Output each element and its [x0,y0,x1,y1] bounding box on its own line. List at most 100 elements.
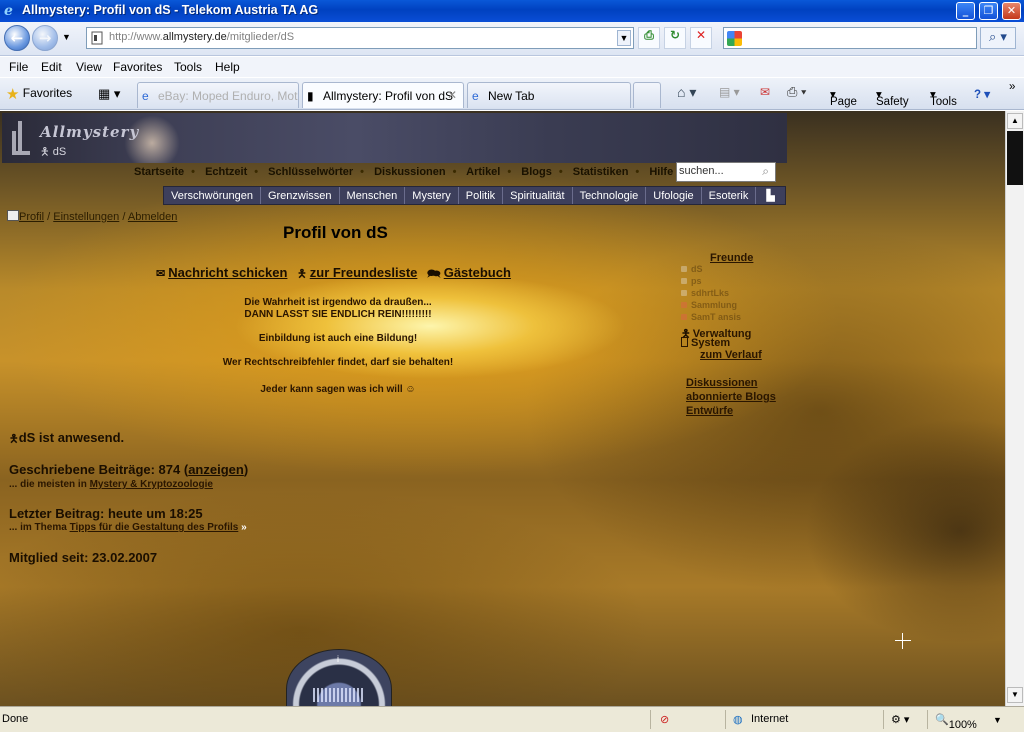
friendslist-link[interactable]: zur Freundesliste [310,265,418,280]
cat-politik[interactable]: Politik [459,187,504,204]
print-icon[interactable]: ⎙ ▾ [787,84,806,100]
smiley-icon: ☺ [405,384,416,395]
site-search-input[interactable]: suchen... ⌕ [676,162,776,182]
link-einstellungen[interactable]: Einstellungen [53,211,119,223]
link-entwuerfe[interactable]: Entwürfe [686,405,733,417]
banner-username[interactable]: 🯅 dS [40,143,66,162]
menu-file[interactable]: File [9,60,28,74]
web-search-input[interactable] [723,27,977,49]
show-posts-link[interactable]: anzeigen [188,462,244,477]
nav-diskussionen[interactable]: Diskussionen [374,166,446,178]
tools-menu[interactable]: Tools ▾ [930,87,957,108]
read-mail-icon[interactable]: ✉ [760,85,770,99]
cat-spiritualitaet[interactable]: Spiritualität [503,187,573,204]
nav-artikel[interactable]: Artikel [466,166,500,178]
feeds-icon[interactable]: ▤ ▾ [719,85,740,99]
info-icon[interactable]: i [337,654,339,664]
site-banner: Allmystery 🯅 dS [2,113,787,163]
cat-menschen[interactable]: Menschen [340,187,406,204]
last-post: Letzter Beitrag: heute um 18:25 [9,506,203,521]
close-window-button[interactable]: ✕ [1002,2,1021,20]
search-icon[interactable]: ⌕ ▾ [980,27,1016,49]
zoom-control[interactable]: 🔍 100% [935,713,977,731]
verlauf-link[interactable]: zum Verlauf [700,349,762,361]
cat-mystery[interactable]: Mystery [405,187,459,204]
nav-startseite[interactable]: Startseite [134,166,184,178]
send-message-link[interactable]: Nachricht schicken [168,265,287,280]
window-titlebar: e Allmystery: Profil von dS - Telekom Au… [0,0,1024,22]
refresh-icon[interactable]: ↻ [664,27,686,49]
page-menu[interactable]: Page ▾ [830,87,857,108]
compatibility-view-icon[interactable]: ⎙ [638,27,660,49]
link-profil[interactable]: Profil [19,211,44,223]
tab-new[interactable]: e New Tab [467,82,631,108]
home-icon[interactable]: ⌂ ▾ [677,84,696,101]
favorites-button[interactable]: ★ Favorites [6,85,72,103]
back-button[interactable]: ← [4,25,30,51]
tab-label: Allmystery: Profil von dS [323,89,454,103]
address-dropdown-icon[interactable]: ▼ [617,30,631,46]
cat-grenzwissen[interactable]: Grenzwissen [261,187,340,204]
link-diskussionen[interactable]: Diskussionen [686,377,758,389]
friend-entry[interactable]: sdhrtLks [681,288,729,298]
main-nav: Startseite • Echtzeit • Schlüsselwörter • D… [134,166,674,178]
menu-view[interactable]: View [76,60,102,74]
address-field[interactable]: http://www.allmystery.de/mitglieder/dS ▼ [86,27,634,49]
profile-image-icon [7,210,19,221]
nav-statistiken[interactable]: Statistiken [573,166,629,178]
chevron-right-icon: » [241,522,247,533]
cat-technologie[interactable]: Technologie [573,187,647,204]
minimize-button[interactable]: _ [956,2,975,20]
scroll-up-icon[interactable]: ▲ [1007,113,1023,129]
menu-help[interactable]: Help [215,60,240,74]
stop-icon[interactable]: ✕ [690,27,712,49]
quick-tabs-icon[interactable]: ▦ ▾ [98,86,120,102]
nav-schluesselwoerter[interactable]: Schlüsselwörter [268,166,353,178]
cat-ufologie[interactable]: Ufologie [646,187,702,204]
nav-echtzeit[interactable]: Echtzeit [205,166,247,178]
ie-page-icon: e [142,89,149,103]
category-link[interactable]: Mystery & Kryptozoologie [90,479,213,490]
thread-link[interactable]: Tipps für die Gestaltung des Profils [70,522,239,533]
friend-entry[interactable]: ps [681,276,702,286]
maximize-button[interactable]: ❐ [979,2,998,20]
link-abonnierte-blogs[interactable]: abonnierte Blogs [686,391,776,403]
zoom-dropdown-icon[interactable]: ▼ [993,715,1002,725]
link-abmelden[interactable]: Abmelden [128,211,178,223]
scroll-thumb[interactable] [1007,131,1023,185]
privacy-icon[interactable]: ⊘ [660,713,669,726]
friend-entry[interactable]: Sammlung [681,300,737,310]
scroll-down-icon[interactable]: ▼ [1007,687,1023,703]
cat-esoterik[interactable]: Esoterik [702,187,757,204]
protected-mode-icon[interactable]: ⚙ ▾ [891,713,909,726]
menu-favorites[interactable]: Favorites [113,60,162,74]
page-scrollbar[interactable]: ▲ ▼ [1005,111,1024,706]
tab-ebay[interactable]: e eBay: Moped Enduro, Mot... [137,82,299,108]
friend-entry[interactable]: dS [681,264,703,274]
friends-header-link[interactable]: Freunde [710,252,753,264]
chevron-more-icon[interactable]: » [1009,81,1015,93]
cat-verschwoerungen[interactable]: Verschwörungen [164,187,261,204]
nav-blogs[interactable]: Blogs [521,166,552,178]
site-brand[interactable]: Allmystery [40,123,139,141]
search-icon[interactable]: ⌕ [762,164,769,179]
music-player-widget[interactable]: i [286,649,392,706]
guestbook-link[interactable]: Gästebuch [444,265,511,280]
history-dropdown-icon[interactable]: ▼ [62,32,71,42]
ie-page-icon: e [472,89,479,103]
menu-tools[interactable]: Tools [174,60,202,74]
allmystery-logo-icon[interactable] [12,121,30,155]
forward-button[interactable]: → [32,25,58,51]
friend-entry[interactable]: SamT ansis [681,312,741,322]
system-entry[interactable]: System [681,337,730,349]
tab-allmystery[interactable]: ▮ Allmystery: Profil von dS ✕ [302,82,464,108]
cat-logo-icon[interactable]: ▙ [756,187,784,204]
close-tab-icon[interactable]: ✕ [447,88,457,102]
safety-menu[interactable]: Safety ▾ [876,87,909,108]
mouse-cursor-icon [895,633,911,649]
guestbook-icon: 🗪 [427,268,441,280]
help-icon[interactable]: ? ▾ [974,87,990,101]
nav-hilfe[interactable]: Hilfe [649,166,673,178]
menu-edit[interactable]: Edit [41,60,62,74]
new-tab-button[interactable] [633,82,661,108]
